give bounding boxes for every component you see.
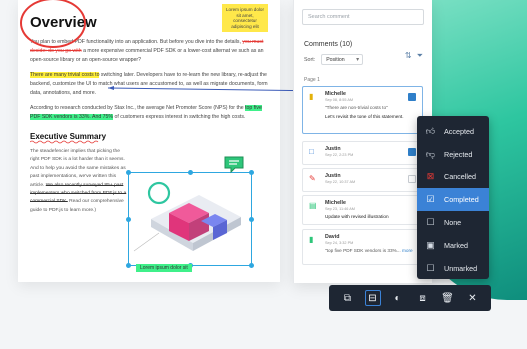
comments-panel: Search comment Comments (10) Sort: Posit… xyxy=(293,0,432,283)
sort-order-icon[interactable]: ⇅ xyxy=(405,51,412,61)
check-box-icon: ☑ xyxy=(426,194,435,205)
more-link[interactable]: more xyxy=(402,248,413,253)
pen-icon: ✎ xyxy=(309,174,316,183)
resize-handle[interactable] xyxy=(126,263,131,268)
comment-quote: "top five PDF SDK vendors is 33%... xyxy=(325,248,401,253)
page-label: Page 1 xyxy=(304,77,320,83)
comments-count: Comments (10) xyxy=(304,41,353,48)
status-label: Completed xyxy=(444,195,479,205)
highlight-yellow-annotation[interactable]: There are many trivial costs to xyxy=(30,72,100,78)
status-icon[interactable]: ⊟ xyxy=(364,290,381,306)
chart-highlight-label[interactable]: Lorem ipsum dolor sit xyxy=(136,264,192,272)
thumbs-down-icon: 👎︎ xyxy=(425,148,436,159)
status-label: Accepted xyxy=(444,126,474,136)
search-input[interactable]: Search comment xyxy=(302,9,424,25)
empty-box-icon: ☐ xyxy=(426,217,435,228)
status-none[interactable]: ☐ None xyxy=(417,211,489,234)
comment-author: Justin xyxy=(325,146,341,152)
comment-note-icon[interactable] xyxy=(224,156,244,174)
section-heading: Executive Summary xyxy=(30,132,106,144)
comment-card[interactable]: ▮ David Sep 24, 3:32 PM "top five PDF SD… xyxy=(302,229,423,265)
resize-handle[interactable] xyxy=(126,217,131,222)
status-label: Rejected xyxy=(444,149,473,159)
squiggly-annotation[interactable] xyxy=(30,140,100,144)
cancel-icon: ⊠ xyxy=(426,171,435,182)
filter-icon[interactable]: ⏷ xyxy=(417,51,423,61)
illustration-selection[interactable] xyxy=(126,170,254,268)
status-label: None xyxy=(444,218,462,228)
comment-card[interactable]: □ Justin Sep 22, 2:23 PM xyxy=(302,141,423,165)
marked-box-icon: ▣ xyxy=(426,239,435,250)
isometric-illustration xyxy=(133,181,241,252)
annotation-toolbar: ⧉ ⊟ ◐ ⧈ 🗑︎ ✕ xyxy=(329,285,491,311)
thumbs-up-icon: 👍︎ xyxy=(425,125,436,136)
comment-icon: ▤ xyxy=(309,201,317,210)
copy-icon[interactable]: ⧉ xyxy=(340,290,356,306)
comment-quote: "There are non-trivial costs to" xyxy=(325,105,388,110)
status-unmarked[interactable]: ☐ Unmarked xyxy=(417,257,489,280)
unmarked-box-icon: ☐ xyxy=(426,262,435,273)
ellipse-annotation[interactable] xyxy=(20,0,86,48)
comment-checkbox[interactable] xyxy=(408,93,416,101)
resize-handle[interactable] xyxy=(249,217,254,222)
para3-text-b: of customers express interest in switchi… xyxy=(113,114,246,120)
resize-handle[interactable] xyxy=(249,170,254,175)
rectangle-icon: □ xyxy=(309,147,314,156)
status-rejected[interactable]: 👎︎ Rejected xyxy=(417,143,489,166)
comment-date: Sep 22, 2:23 PM xyxy=(325,153,354,157)
comment-card[interactable]: ▤ Michelle Sep 23, 11:46 AM Update with … xyxy=(302,195,423,225)
sort-dropdown[interactable]: Position xyxy=(321,54,364,65)
status-label: Unmarked xyxy=(444,263,478,273)
highlight-icon: ▮ xyxy=(309,235,314,244)
comment-author: Michelle xyxy=(325,200,346,206)
highlight-icon: ▮ xyxy=(309,92,314,101)
comment-date: Sep 24, 3:32 PM xyxy=(325,241,354,245)
link-icon[interactable]: ⧈ xyxy=(415,290,431,306)
comment-author: David xyxy=(325,234,340,240)
status-accepted[interactable]: 👍︎ Accepted xyxy=(417,120,489,143)
status-cancelled[interactable]: ⊠ Cancelled xyxy=(417,166,489,189)
comment-date: Sep 23, 11:46 AM xyxy=(325,207,355,211)
comment-quote-wrap: "top five PDF SDK vendors is 33%... more xyxy=(325,248,417,254)
close-icon[interactable]: ✕ xyxy=(465,290,481,306)
sort-label: Sort: xyxy=(304,56,316,63)
comment-checkbox[interactable] xyxy=(408,148,416,156)
status-label: Cancelled xyxy=(444,172,476,182)
resize-handle[interactable] xyxy=(126,170,131,175)
para3-text-a: According to research conducted by Stax … xyxy=(30,105,246,111)
doc-title-wrap: Overview xyxy=(20,0,97,48)
status-label: Marked xyxy=(444,240,468,250)
resize-handle[interactable] xyxy=(188,170,193,175)
sort-icons: ⇅ ⏷ xyxy=(405,51,423,61)
status-menu: 👍︎ Accepted 👎︎ Rejected ⊠ Cancelled ☑ Co… xyxy=(417,116,489,279)
paragraph-3: According to research conducted by Stax … xyxy=(30,104,268,122)
sort-value: Position xyxy=(326,57,345,63)
status-marked[interactable]: ▣ Marked xyxy=(417,234,489,257)
comment-card[interactable]: ✎ Justin Sep 22, 10:37 AM xyxy=(302,168,423,192)
comment-note: Let's revisit the tone of this statement… xyxy=(325,114,404,119)
comment-author: Justin xyxy=(325,173,341,179)
delete-icon[interactable]: 🗑︎ xyxy=(440,290,456,306)
resize-handle[interactable] xyxy=(249,263,254,268)
comment-date: Sep 22, 10:37 AM xyxy=(325,180,356,184)
exec-summary-text: The steadefencier implies that picking t… xyxy=(30,148,130,215)
color-palette-icon[interactable]: ◐ xyxy=(390,290,406,306)
comment-note: Update with revised illustration xyxy=(325,214,389,219)
comment-checkbox[interactable] xyxy=(408,175,416,183)
comment-date: Sep 08, 8:55 AM xyxy=(325,98,354,102)
status-completed[interactable]: ☑ Completed xyxy=(417,188,489,212)
comment-author: Michelle xyxy=(325,91,346,97)
comment-card[interactable]: ▮ Michelle Sep 08, 8:55 AM "There are no… xyxy=(302,86,423,134)
sticky-note[interactable]: Lorem ipsum dolor sit amet, consectetur … xyxy=(222,4,268,32)
